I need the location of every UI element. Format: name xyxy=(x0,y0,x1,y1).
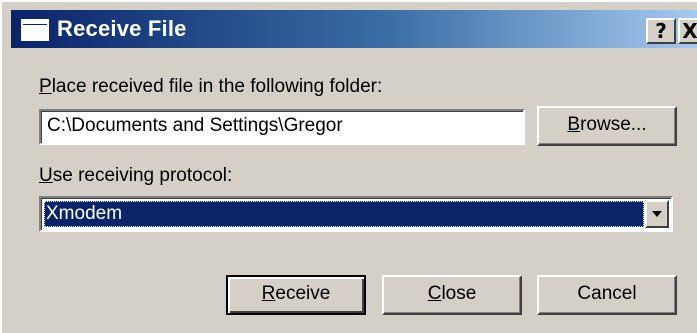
protocol-select[interactable]: Xmodem xyxy=(39,196,673,232)
protocol-selected-value: Xmodem xyxy=(44,201,644,227)
folder-input[interactable]: C:\Documents and Settings\Gregor xyxy=(39,109,525,145)
title-bar[interactable]: Receive File ? X xyxy=(11,10,697,48)
folder-label: Place received file in the following fol… xyxy=(39,76,383,97)
chevron-down-icon xyxy=(652,211,662,217)
protocol-label: Use receiving protocol: xyxy=(39,165,233,186)
close-window-button[interactable]: X xyxy=(678,18,697,44)
receive-button[interactable]: Receive xyxy=(226,275,366,315)
help-button[interactable]: ? xyxy=(646,18,676,44)
receive-file-dialog: Receive File ? X Place received file in … xyxy=(0,0,697,333)
close-button[interactable]: Close xyxy=(382,275,522,315)
window-icon xyxy=(21,19,49,41)
cancel-button[interactable]: Cancel xyxy=(537,275,677,315)
protocol-dropdown-button[interactable] xyxy=(645,200,669,228)
window-title: Receive File xyxy=(57,16,187,41)
browse-button[interactable]: Browse... xyxy=(537,106,677,146)
